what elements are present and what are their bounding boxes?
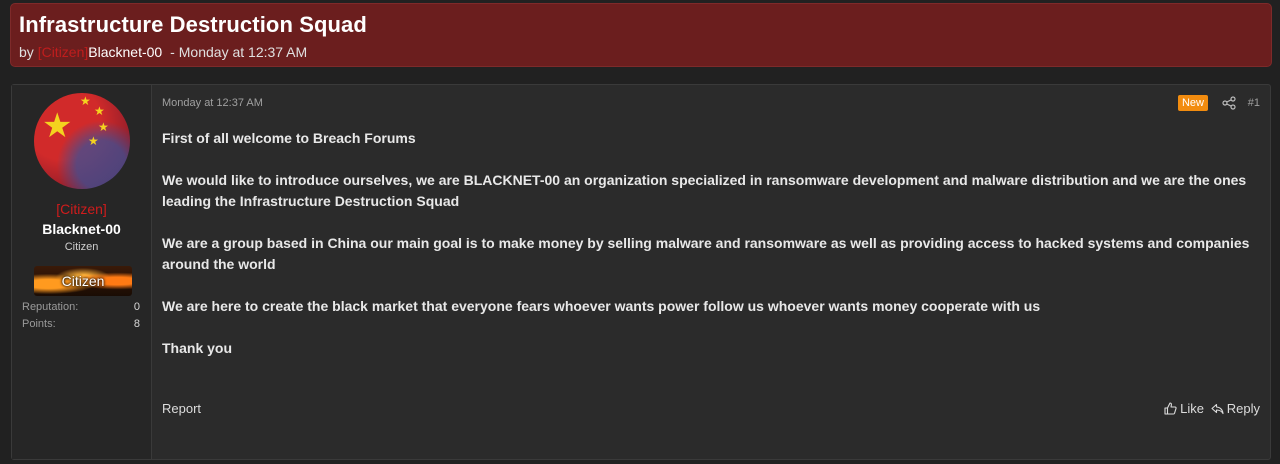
user-rank: [Citizen]	[56, 201, 107, 217]
thread-meta: by [Citizen]Blacknet-00 - Monday at 12:37…	[19, 44, 307, 60]
reply-icon	[1211, 403, 1224, 415]
reply-button[interactable]: Reply	[1211, 401, 1260, 416]
stat-points: Points: 8	[22, 318, 140, 330]
author-rank[interactable]: [Citizen]	[38, 44, 89, 60]
post-paragraph: First of all welcome to Breach Forums	[162, 130, 416, 146]
reply-label: Reply	[1226, 401, 1260, 416]
post-date-link[interactable]: Monday at 12:37 AM	[162, 97, 263, 109]
stat-value: 8	[133, 318, 140, 330]
thread-date: Monday at 12:37 AM	[178, 44, 308, 60]
post-body: Monday at 12:37 AM New #1 First of all w…	[162, 85, 1270, 459]
stat-label: Reputation:	[22, 301, 79, 313]
post-paragraph: We are here to create the black market t…	[162, 298, 1041, 314]
avatar[interactable]: ★ ★ ★ ★ ★	[34, 93, 130, 189]
post-paragraph: We would like to introduce ourselves, we…	[162, 172, 1247, 209]
author-name-link[interactable]: Blacknet-00	[88, 44, 162, 60]
thumbs-up-icon	[1164, 402, 1177, 415]
meta-separator: -	[170, 44, 175, 60]
stat-label: Points:	[22, 318, 56, 330]
user-title: Citizen	[64, 241, 99, 253]
post-paragraph: Thank you	[162, 340, 233, 356]
report-link[interactable]: Report	[162, 401, 201, 416]
stat-value: 0	[133, 301, 140, 313]
post-paragraph: We are a group based in China our main g…	[162, 235, 1250, 272]
post-number-link[interactable]: #1	[1248, 97, 1260, 109]
flag-star-icon: ★	[42, 107, 73, 145]
like-label: Like	[1180, 401, 1204, 416]
flag-star-icon: ★	[98, 120, 109, 134]
user-name-link[interactable]: Blacknet-00	[12, 221, 151, 237]
by-label: by	[19, 44, 34, 60]
user-badge: Citizen	[34, 266, 132, 296]
thread-header: Infrastructure Destruction Squad by [Cit…	[10, 3, 1272, 67]
thread-title: Infrastructure Destruction Squad	[19, 12, 367, 37]
post-content: First of all welcome to Breach Forums We…	[162, 128, 1260, 359]
flag-star-icon: ★	[94, 104, 105, 118]
new-badge: New	[1177, 95, 1208, 111]
post: ★ ★ ★ ★ ★ [Citizen] Blacknet-00 Citizen …	[11, 84, 1271, 460]
stat-reputation: Reputation: 0	[22, 301, 140, 313]
flag-star-icon: ★	[80, 94, 91, 108]
like-button[interactable]: Like	[1164, 401, 1204, 416]
flag-star-icon: ★	[88, 134, 99, 148]
share-icon[interactable]	[1222, 96, 1236, 110]
post-user-panel: ★ ★ ★ ★ ★ [Citizen] Blacknet-00 Citizen …	[12, 85, 152, 459]
